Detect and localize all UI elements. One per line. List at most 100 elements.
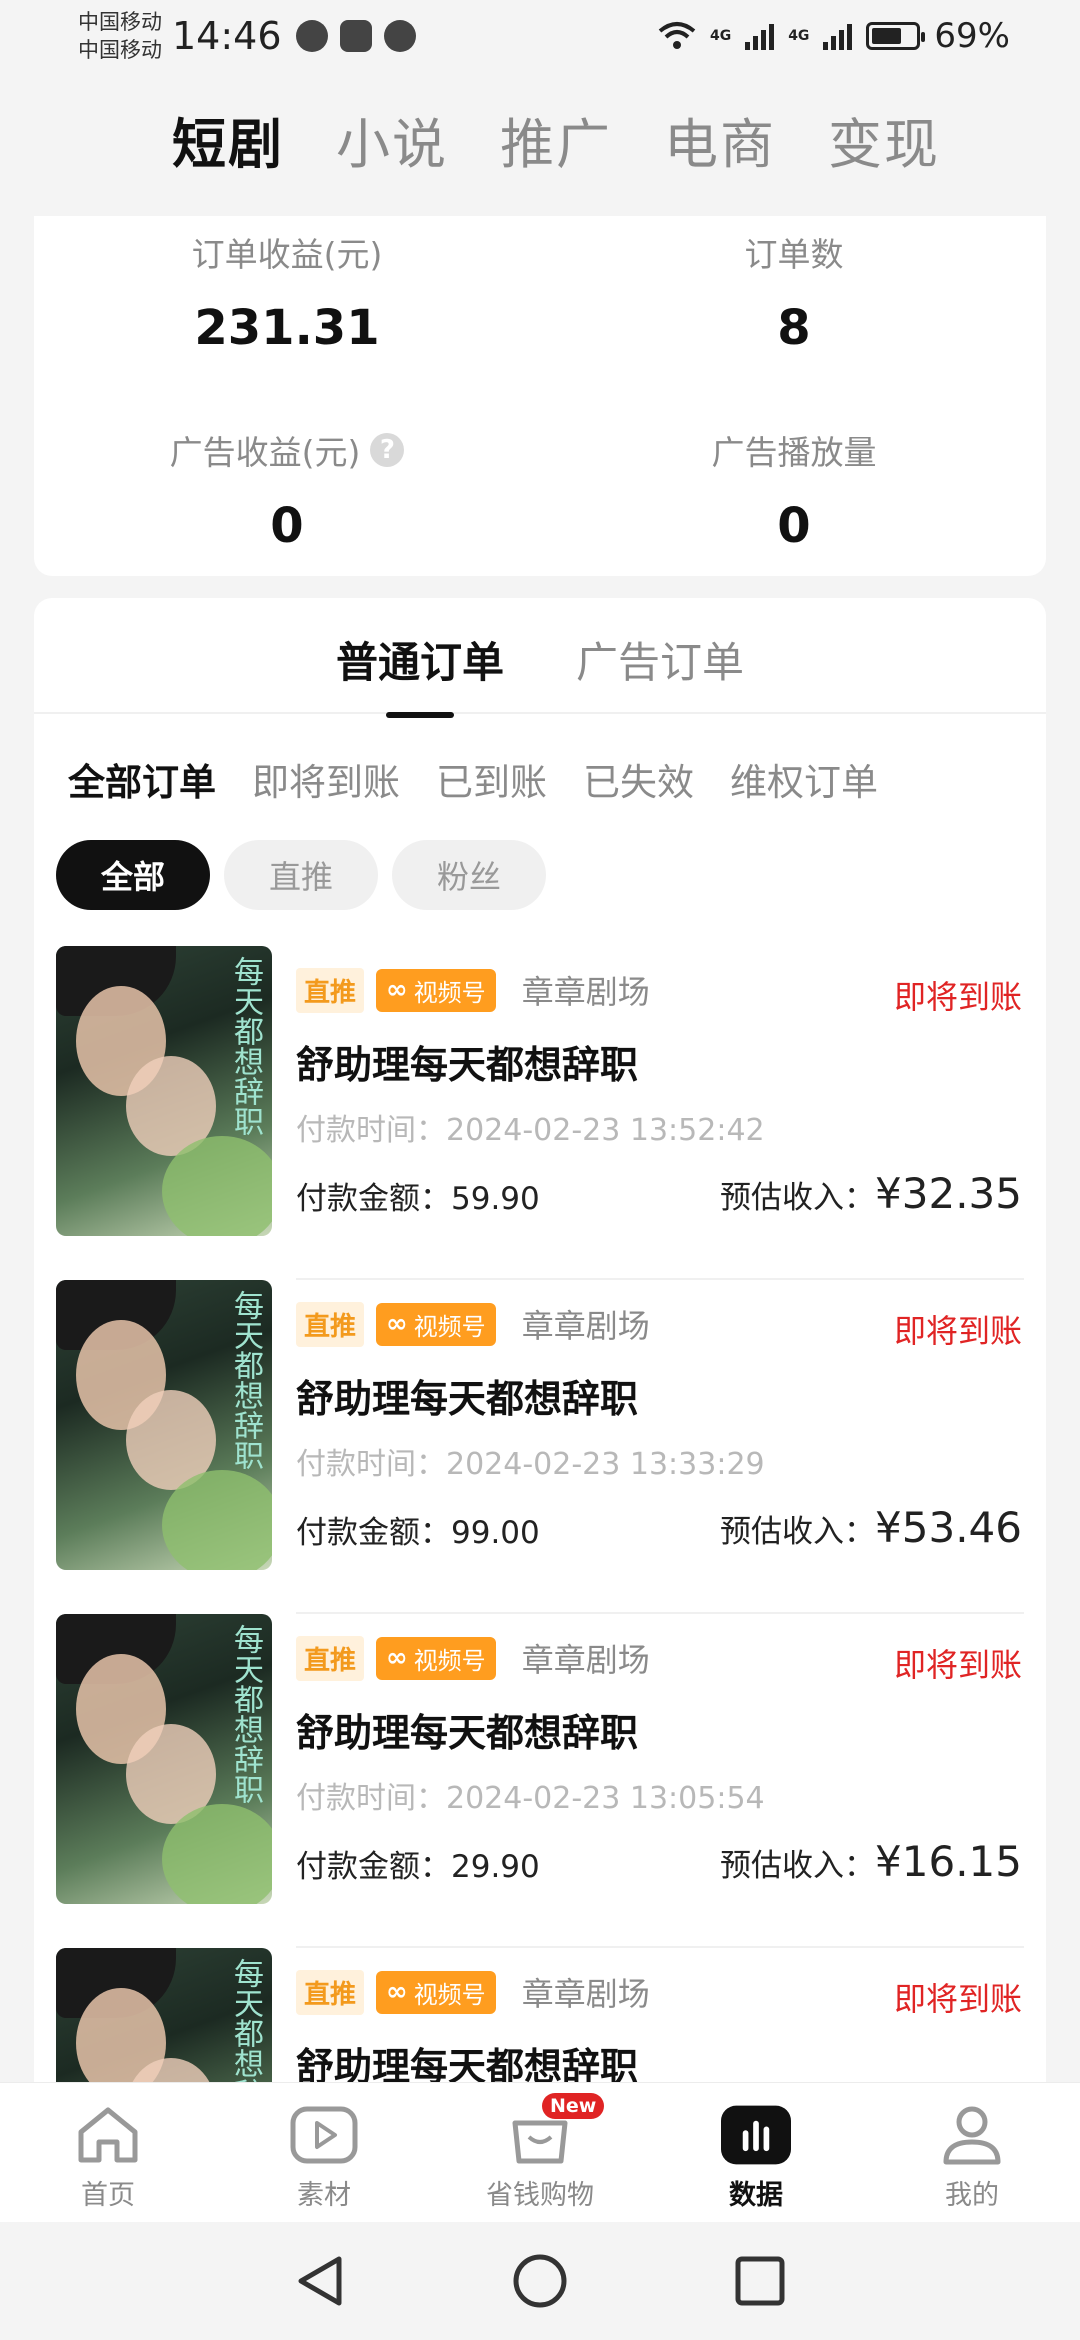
drama-poster: 每天都想辞职 [56, 1280, 272, 1570]
battery-fill [872, 28, 902, 44]
order-status: 即将到账 [893, 1646, 1022, 1684]
clock: 14:46 [172, 14, 282, 58]
filter-all-orders[interactable]: 全部订单 [68, 752, 216, 806]
drama-title: 舒助理每天都想辞职 [296, 2045, 639, 2088]
drama-poster: 每天都想辞职 [56, 1614, 272, 1904]
order-status-filters: 全部订单 即将到账 已到账 已失效 维权订单 [34, 714, 1046, 806]
studio-name: 章章剧场 [521, 1975, 650, 2013]
filter-pending[interactable]: 即将到账 [252, 752, 400, 806]
nav-data-label: 数据 [729, 2180, 783, 2211]
tab-normal-orders[interactable]: 普通订单 [336, 621, 504, 718]
tab-monetize[interactable]: 变现 [828, 100, 940, 179]
order-item[interactable]: 每天都想辞职 直推 ∞ 视频号 章章剧场 即将到账 舒助理每天都想辞职 付款时间：… [34, 1614, 1046, 1948]
poster-title-art: 每天都想辞职 [228, 1958, 263, 2088]
video-channel-icon: ∞ [386, 1977, 408, 2007]
orders-card: 普通订单 广告订单 全部订单 即将到账 已到账 已失效 维权订单 全部 直推 粉… [34, 598, 1046, 2088]
ad-income-value: 0 [270, 498, 304, 554]
tab-short-drama[interactable]: 短剧 [172, 100, 284, 179]
poster-title-art: 每天都想辞职 [228, 1624, 263, 1804]
help-icon[interactable]: ? [370, 433, 405, 467]
order-item[interactable]: 每天都想辞职 直推 ∞ 视频号 章章剧场 即将到账 舒助理每天都想辞职 付款时间：… [34, 1280, 1046, 1614]
tab-novel[interactable]: 小说 [336, 100, 448, 179]
wechat-icon [295, 20, 328, 52]
pay-amount: 付款金额：59.90 [296, 1181, 540, 1217]
order-info: 直推 ∞ 视频号 章章剧场 即将到账 舒助理每天都想辞职 付款时间：2024-02… [296, 1280, 1022, 1552]
recents-icon[interactable] [730, 2251, 790, 2311]
estimated-income: 预估收入：¥53.46 [720, 1503, 1022, 1552]
video-channel-icon: ∞ [386, 1643, 408, 1673]
order-income-label: 订单收益(元) [191, 235, 383, 274]
bar-chart-icon [721, 2103, 791, 2167]
carrier-1: 中国移动 [78, 10, 162, 34]
chip-direct[interactable]: 直推 [224, 840, 378, 910]
income-value: ¥32.35 [875, 1169, 1022, 1218]
network-type-1: 4G [709, 28, 732, 44]
ad-income-label: 广告收益(元) ? [87, 426, 487, 474]
nav-home[interactable]: 首页 [0, 2083, 216, 2222]
chip-fans[interactable]: 粉丝 [392, 840, 546, 910]
pay-time: 付款时间：2024-02-23 13:52:42 [296, 1113, 765, 1148]
battery-percent: 69% [934, 16, 1010, 56]
poster-title-art: 每天都想辞职 [228, 1290, 263, 1470]
video-channel-tag: ∞ 视频号 [376, 1636, 496, 1680]
video-channel-icon: ∞ [386, 1309, 408, 1339]
wifi-icon [658, 22, 696, 49]
order-info: 直推 ∞ 视频号 章章剧场 即将到账 舒助理每天都想辞职 [296, 1948, 1022, 2088]
nav-mine[interactable]: 我的 [864, 2083, 1080, 2222]
order-status: 即将到账 [893, 1980, 1022, 2018]
video-channel-tag: ∞ 视频号 [376, 968, 496, 1012]
order-income-value: 231.31 [194, 300, 380, 356]
estimated-income: 预估收入：¥32.35 [720, 1169, 1022, 1218]
filter-expired[interactable]: 已失效 [583, 752, 694, 806]
order-count-value: 8 [777, 300, 811, 356]
order-item[interactable]: 每天都想辞职 直推 ∞ 视频号 章章剧场 即将到账 舒助理每天都想辞职 付款时间：… [34, 946, 1046, 1280]
nav-shopping-label: 省钱购物 [486, 2180, 594, 2211]
estimated-income: 预估收入：¥16.15 [720, 1837, 1022, 1886]
order-type-tabs: 普通订单 广告订单 [34, 598, 1046, 718]
nav-data[interactable]: 数据 [648, 2083, 864, 2222]
signal-icon [823, 22, 853, 50]
studio-name: 章章剧场 [521, 973, 650, 1011]
income-value: ¥16.15 [875, 1837, 1022, 1886]
network-type-2: 4G [788, 28, 810, 44]
nav-shopping[interactable]: New 省钱购物 [432, 2083, 648, 2222]
ad-plays-value: 0 [777, 498, 811, 554]
chip-all[interactable]: 全部 [56, 840, 210, 910]
money-row: 付款金额：99.00 预估收入：¥53.46 [296, 1502, 1022, 1552]
nav-material-label: 素材 [297, 2180, 351, 2211]
direct-tag: 直推 [296, 1635, 365, 1681]
nav-material[interactable]: 素材 [216, 2083, 432, 2222]
order-income-stat: 订单收益(元) 231.31 [87, 228, 487, 356]
filter-dispute[interactable]: 维权订单 [730, 752, 878, 806]
nav-home-label: 首页 [81, 2180, 135, 2211]
direct-tag: 直推 [296, 967, 365, 1013]
order-list: 每天都想辞职 直推 ∞ 视频号 章章剧场 即将到账 舒助理每天都想辞职 付款时间：… [34, 946, 1046, 2088]
tab-ecommerce[interactable]: 电商 [664, 100, 776, 179]
direct-tag: 直推 [296, 1969, 365, 2015]
back-icon[interactable] [290, 2251, 350, 2311]
signal-icon [745, 22, 775, 50]
battery-icon [866, 22, 926, 50]
tab-promotion[interactable]: 推广 [500, 100, 612, 179]
direct-tag: 直推 [296, 1301, 365, 1347]
home-circle-icon[interactable] [510, 2251, 570, 2311]
bottom-nav: 首页 素材 New 省钱购物 数据 我的 [0, 2082, 1080, 2222]
stats-card: 订单收益(元) 231.31 订单数 8 广告收益(元) ? 0 广告播放量 0 [34, 216, 1046, 576]
order-status: 即将到账 [893, 978, 1022, 1016]
drama-poster: 每天都想辞职 [56, 1948, 272, 2088]
new-badge: New [542, 2093, 605, 2119]
source-chips: 全部 直推 粉丝 [34, 806, 1046, 910]
order-count-stat: 订单数 8 [594, 228, 994, 356]
user-icon [937, 2103, 1007, 2167]
order-info: 直推 ∞ 视频号 章章剧场 即将到账 舒助理每天都想辞职 付款时间：2024-02… [296, 946, 1022, 1218]
video-channel-icon: ∞ [386, 975, 408, 1005]
pay-amount: 付款金额：29.90 [296, 1849, 540, 1885]
income-value: ¥53.46 [875, 1503, 1022, 1552]
tab-ad-orders[interactable]: 广告订单 [576, 621, 744, 690]
top-tabs: 短剧 小说 推广 电商 变现 [172, 100, 940, 179]
pay-time: 付款时间：2024-02-23 13:33:29 [296, 1447, 765, 1482]
drama-title: 舒助理每天都想辞职 [296, 1377, 639, 1421]
order-item[interactable]: 每天都想辞职 直推 ∞ 视频号 章章剧场 即将到账 舒助理每天都想辞职 [34, 1948, 1046, 2088]
play-icon [289, 2103, 359, 2167]
filter-received[interactable]: 已到账 [436, 752, 547, 806]
